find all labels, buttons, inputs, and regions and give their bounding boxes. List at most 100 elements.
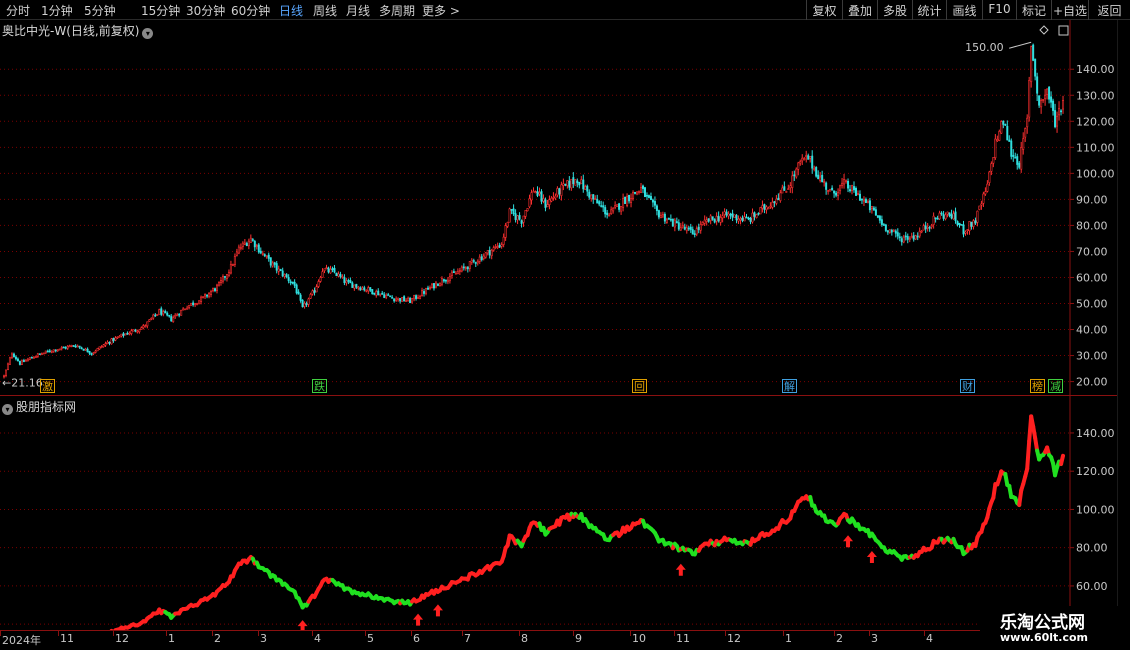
window-icon[interactable] bbox=[1058, 25, 1069, 36]
candle-body bbox=[554, 195, 557, 199]
candle-body bbox=[403, 296, 406, 302]
toolbar-button[interactable]: 统计 bbox=[912, 0, 946, 20]
main-chart-panel[interactable]: 140.00 130.00 120.00 110.00 100.00 90.00 80.00… bbox=[0, 20, 1130, 395]
candle-body bbox=[182, 308, 185, 311]
indicator-panel[interactable]: 140.00120.00100.0080.0060.0040.00 ▾股朋指标网 bbox=[0, 395, 1130, 650]
candle-body bbox=[405, 300, 408, 302]
candle-body bbox=[797, 162, 800, 170]
toolbar-button[interactable]: 叠加 bbox=[842, 0, 877, 20]
candle-body bbox=[277, 268, 280, 272]
candle-body bbox=[978, 205, 981, 210]
indicator-name: 股朋指标网 bbox=[16, 400, 77, 414]
candle-body bbox=[371, 289, 374, 295]
candle-body bbox=[663, 213, 666, 222]
month-tick bbox=[212, 631, 213, 636]
event-marker[interactable]: 榜 bbox=[1030, 379, 1045, 393]
candle-body bbox=[170, 316, 173, 322]
candle-body bbox=[124, 333, 127, 336]
candle-body bbox=[98, 346, 101, 350]
candle-body bbox=[524, 210, 527, 217]
price-tick-label: 60.00 bbox=[1076, 271, 1108, 284]
candle-body bbox=[130, 330, 133, 334]
month-label: 2 bbox=[836, 632, 843, 645]
candle-body bbox=[190, 302, 193, 306]
indicator-chart[interactable]: 140.00120.00100.0080.0060.0040.00 bbox=[0, 396, 1130, 650]
period-tab[interactable]: 60分钟 bbox=[231, 2, 270, 19]
chevron-down-icon[interactable]: ▾ bbox=[2, 404, 13, 415]
period-tab[interactable]: 更多 > bbox=[422, 2, 460, 19]
toolbar-button[interactable]: 画线 bbox=[946, 0, 982, 20]
candle-body bbox=[864, 199, 867, 204]
candle-body bbox=[333, 267, 336, 273]
candle-body bbox=[675, 221, 678, 224]
period-tab[interactable]: 1分钟 bbox=[41, 2, 73, 19]
period-tab[interactable]: 周线 bbox=[313, 2, 337, 19]
candle-body bbox=[882, 224, 885, 226]
period-tab[interactable]: 分时 bbox=[6, 2, 30, 19]
candle-body bbox=[1014, 156, 1017, 159]
toolbar-button[interactable]: 标记 bbox=[1016, 0, 1051, 20]
period-tab[interactable]: 15分钟 bbox=[141, 2, 180, 19]
period-tab[interactable]: 30分钟 bbox=[186, 2, 225, 19]
candle-body bbox=[976, 210, 979, 223]
high-price-label: 150.00 bbox=[965, 41, 1004, 54]
main-chart-title[interactable]: 奥比中光-W(日线,前复权) ▾ bbox=[2, 22, 154, 39]
period-tab[interactable]: 多周期 bbox=[379, 2, 415, 19]
event-marker[interactable]: 回 bbox=[632, 379, 647, 393]
candle-body bbox=[482, 255, 485, 259]
candle-body bbox=[347, 280, 350, 282]
toolbar-button[interactable]: 多股 bbox=[877, 0, 912, 20]
candle-body bbox=[1022, 138, 1025, 150]
diamond-icon[interactable] bbox=[1039, 25, 1049, 35]
chevron-down-icon[interactable]: ▾ bbox=[142, 28, 154, 39]
event-marker[interactable]: 解 bbox=[782, 379, 797, 393]
candle-body bbox=[765, 206, 768, 211]
candle-body bbox=[518, 215, 521, 220]
candle-body bbox=[667, 218, 670, 220]
candle-body bbox=[488, 249, 491, 256]
toolbar-button[interactable]: +自选 bbox=[1051, 0, 1088, 20]
candle-body bbox=[1016, 156, 1019, 165]
candle-body bbox=[534, 191, 537, 194]
candle-body bbox=[833, 190, 836, 194]
candle-body bbox=[645, 194, 648, 197]
toolbar-button[interactable]: 复权 bbox=[806, 0, 842, 20]
candle-body bbox=[992, 157, 995, 164]
right-side-strip[interactable] bbox=[1117, 20, 1130, 630]
candle-body bbox=[261, 253, 264, 255]
month-tick bbox=[834, 631, 835, 636]
event-marker[interactable]: 减 bbox=[1048, 379, 1063, 393]
candle-body bbox=[799, 161, 802, 164]
toolbar-button[interactable]: 返回 bbox=[1088, 0, 1130, 20]
candle-body bbox=[853, 186, 856, 191]
candle-body bbox=[293, 281, 296, 286]
candle-body bbox=[421, 290, 424, 296]
candle-body bbox=[701, 222, 704, 225]
event-marker[interactable]: 激 bbox=[40, 379, 55, 393]
month-tick bbox=[674, 631, 675, 636]
candle-body bbox=[1052, 100, 1055, 111]
period-tab[interactable]: 5分钟 bbox=[84, 2, 116, 19]
period-tab[interactable]: 月线 bbox=[346, 2, 370, 19]
candle-body bbox=[423, 291, 426, 294]
candlestick-chart[interactable]: 140.00 130.00 120.00 110.00 100.00 90.00 80.00… bbox=[0, 20, 1130, 395]
candle-body bbox=[76, 345, 79, 348]
candle-body bbox=[594, 198, 597, 201]
candle-body bbox=[870, 206, 873, 209]
toolbar-button[interactable]: F10 bbox=[982, 0, 1016, 20]
period-tab[interactable]: 日线 bbox=[279, 2, 303, 19]
candle-body bbox=[731, 213, 734, 218]
candle-body bbox=[801, 157, 804, 162]
candle-body bbox=[900, 238, 903, 243]
candle-body bbox=[301, 299, 304, 308]
candle-body bbox=[775, 198, 778, 204]
event-marker[interactable]: 跌 bbox=[312, 379, 327, 393]
candle-body bbox=[323, 268, 326, 272]
event-marker[interactable]: 财 bbox=[960, 379, 975, 393]
candle-body bbox=[825, 182, 828, 190]
candle-body bbox=[866, 201, 869, 204]
month-label: 1 bbox=[168, 632, 175, 645]
indicator-title[interactable]: ▾ 股朋指标网 bbox=[2, 398, 76, 415]
candle-body bbox=[379, 293, 382, 296]
candle-body bbox=[761, 205, 764, 209]
